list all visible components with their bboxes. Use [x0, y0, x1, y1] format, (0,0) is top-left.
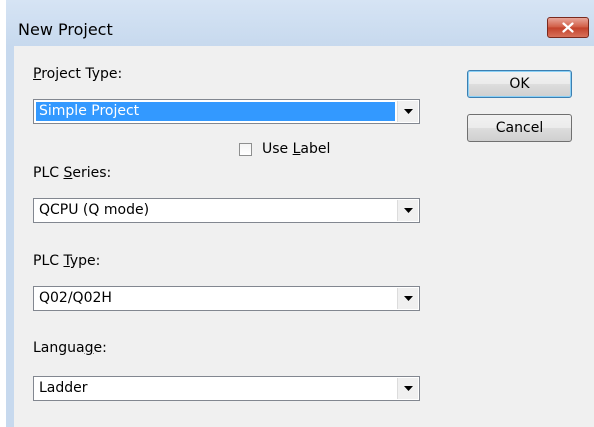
dropdown-button[interactable]: [397, 101, 418, 122]
dialog-body: Project Type: Simple Project Use Label P…: [14, 46, 594, 427]
plc-type-value: Q02/Q02H: [39, 290, 112, 306]
project-type-select[interactable]: Simple Project: [33, 99, 420, 124]
window-frame: [6, 46, 14, 427]
project-type-label: Project Type:: [33, 66, 123, 82]
chevron-down-icon: [403, 295, 413, 301]
language-select[interactable]: Ladder: [33, 376, 420, 401]
use-label-text: Use Label: [262, 141, 331, 157]
dropdown-button[interactable]: [397, 378, 418, 399]
plc-type-label: PLC Type:: [33, 253, 101, 269]
use-label-checkbox[interactable]: [239, 142, 252, 156]
language-label: Language:: [33, 340, 107, 356]
plc-series-label: PLC Series:: [33, 165, 112, 181]
ok-button[interactable]: OK: [467, 70, 572, 98]
dropdown-button[interactable]: [397, 200, 418, 221]
chevron-down-icon: [403, 108, 413, 114]
dialog-title: New Project: [18, 20, 113, 39]
project-type-value: Simple Project: [36, 102, 395, 121]
new-project-dialog: New Project Project Type: Simple Project…: [6, 0, 594, 427]
close-button[interactable]: [547, 17, 589, 38]
plc-type-select[interactable]: Q02/Q02H: [33, 286, 420, 311]
cancel-button[interactable]: Cancel: [467, 114, 572, 142]
use-label-option[interactable]: Use Label: [239, 141, 330, 157]
language-value: Ladder: [39, 380, 88, 396]
dropdown-button[interactable]: [397, 288, 418, 309]
title-bar[interactable]: New Project: [6, 0, 594, 47]
chevron-down-icon: [403, 385, 413, 391]
plc-series-select[interactable]: QCPU (Q mode): [33, 198, 420, 223]
chevron-down-icon: [403, 207, 413, 213]
close-icon: [562, 22, 574, 33]
plc-series-value: QCPU (Q mode): [39, 202, 150, 218]
